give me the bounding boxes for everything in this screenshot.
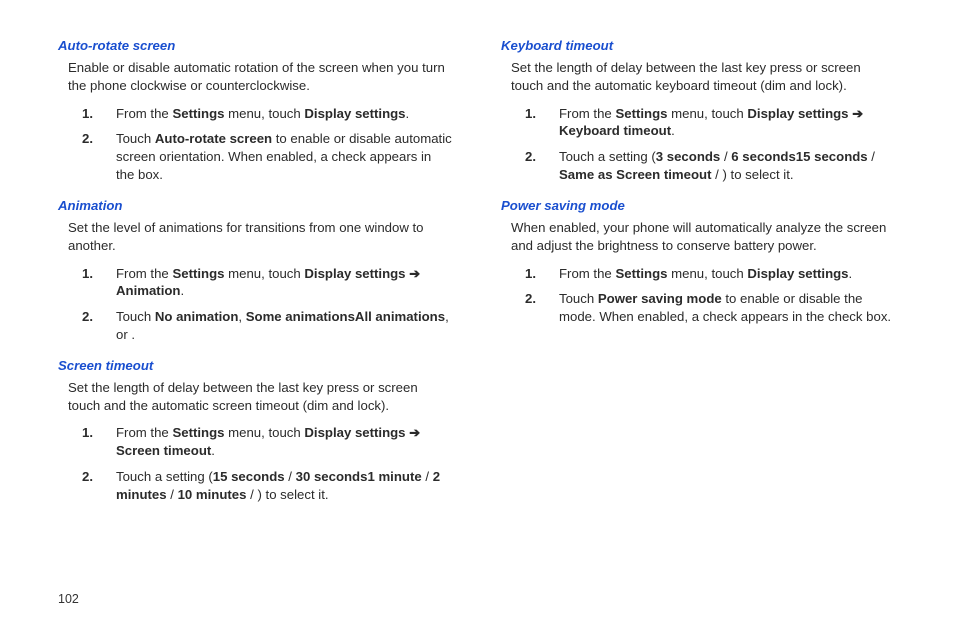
section: Auto-rotate screen Enable or disable auto…	[58, 38, 453, 184]
bold-text: Settings	[172, 425, 224, 440]
section-description: Set the length of delay between the last…	[58, 379, 453, 415]
step-item: Touch Power saving mode to enable or dis…	[525, 290, 896, 326]
bold-text: 1 minute	[367, 469, 421, 484]
step-item: Touch No animation, Some animationsAll a…	[82, 308, 453, 344]
arrow-icon: ➔	[852, 106, 863, 121]
section-title: Animation	[58, 198, 453, 213]
section-title: Screen timeout	[58, 358, 453, 373]
section-description: Enable or disable automatic rotation of …	[58, 59, 453, 95]
bold-text: Settings	[172, 106, 224, 121]
step-item: Touch a setting (15 seconds / 30 seconds…	[82, 468, 453, 504]
bold-text: 3 seconds	[656, 149, 721, 164]
step-item: From the Settings menu, touch Display se…	[525, 105, 896, 141]
bold-text: Some animations	[246, 309, 355, 324]
arrow-icon: ➔	[409, 425, 420, 440]
bold-text: No animation	[155, 309, 239, 324]
step-item: From the Settings menu, touch Display se…	[82, 265, 453, 301]
section: Power saving mode When enabled, your phon…	[501, 198, 896, 326]
step-list: From the Settings menu, touch Display se…	[501, 105, 896, 184]
bold-text: 30 seconds	[296, 469, 368, 484]
bold-text: Auto-rotate screen	[155, 131, 272, 146]
bold-text: Display settings	[304, 106, 405, 121]
step-item: Touch a setting (3 seconds / 6 seconds15…	[525, 148, 896, 184]
section-description: Set the level of animations for transiti…	[58, 219, 453, 255]
bold-text: Display settings	[747, 266, 848, 281]
bold-text: Screen timeout	[116, 443, 211, 458]
step-item: From the Settings menu, touch Display se…	[525, 265, 896, 283]
bold-text: Display settings	[304, 266, 409, 281]
bold-text: Same as Screen timeout	[559, 167, 711, 182]
bold-text: 15 seconds	[796, 149, 868, 164]
section-description: When enabled, your phone will automatica…	[501, 219, 896, 255]
section-title: Auto-rotate screen	[58, 38, 453, 53]
step-list: From the Settings menu, touch Display se…	[58, 265, 453, 344]
page-number: 102	[58, 592, 79, 606]
bold-text: Display settings	[747, 106, 852, 121]
arrow-icon: ➔	[409, 266, 420, 281]
bold-text: Settings	[172, 266, 224, 281]
page-body: Auto-rotate screen Enable or disable auto…	[0, 0, 954, 578]
bold-text: 15 seconds	[213, 469, 285, 484]
step-list: From the Settings menu, touch Display se…	[58, 105, 453, 184]
bold-text: 6 seconds	[731, 149, 796, 164]
step-item: From the Settings menu, touch Display se…	[82, 105, 453, 123]
bold-text: Settings	[615, 266, 667, 281]
step-list: From the Settings menu, touch Display se…	[58, 424, 453, 503]
bold-text: 10 minutes	[178, 487, 247, 502]
step-item: From the Settings menu, touch Display se…	[82, 424, 453, 460]
section: Screen timeout Set the length of delay be…	[58, 358, 453, 504]
section: Keyboard timeout Set the length of delay …	[501, 38, 896, 184]
section: Animation Set the level of animations for…	[58, 198, 453, 344]
section-description: Set the length of delay between the last…	[501, 59, 896, 95]
step-list: From the Settings menu, touch Display se…	[501, 265, 896, 326]
bold-text: Display settings	[304, 425, 409, 440]
bold-text: Keyboard timeout	[559, 123, 671, 138]
bold-text: All animations	[355, 309, 445, 324]
section-title: Keyboard timeout	[501, 38, 896, 53]
step-item: Touch Auto-rotate screen to enable or di…	[82, 130, 453, 183]
bold-text: Settings	[615, 106, 667, 121]
section-title: Power saving mode	[501, 198, 896, 213]
bold-text: Power saving mode	[598, 291, 722, 306]
bold-text: Animation	[116, 283, 180, 298]
